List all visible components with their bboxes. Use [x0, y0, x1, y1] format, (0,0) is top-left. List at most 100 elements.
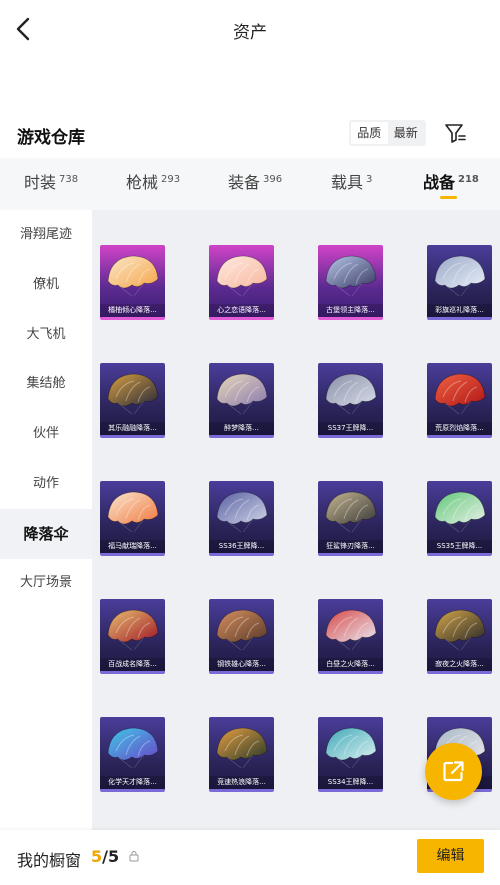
parachute-icon	[325, 491, 377, 533]
parachute-item-name: 橘柚倾心降落...	[100, 304, 165, 317]
parachute-icon	[216, 727, 268, 769]
parachute-item-name: 竞速热浪降落...	[209, 776, 274, 789]
parachute-item-card[interactable]: 狂鲨锋刃降落...	[318, 481, 383, 556]
parachute-icon	[325, 255, 377, 297]
parachute-icon	[325, 727, 377, 769]
parachute-icon	[434, 373, 486, 415]
parachute-item-card[interactable]: SS36王牌降...	[209, 481, 274, 556]
parachute-item-card[interactable]: 福马献瑞降落...	[100, 481, 165, 556]
sidebar: 滑翔尾迹 僚机 大飞机 集结舱 伙伴 动作 降落伞 大厅场景	[0, 210, 92, 830]
parachute-item-name: SS35王牌降...	[427, 540, 492, 553]
tab-count: 293	[161, 174, 181, 185]
tab-count: 738	[59, 174, 79, 185]
warehouse-title: 游戏仓库	[17, 128, 85, 148]
sort-latest-option[interactable]: 最新	[388, 122, 425, 144]
parachute-icon	[107, 609, 159, 651]
parachute-item-name: 荒原烈焰降落...	[427, 422, 492, 435]
parachute-icon	[434, 255, 486, 297]
tab-weapons[interactable]: 枪械 293	[126, 158, 180, 210]
active-tab-indicator	[440, 196, 457, 199]
parachute-item-name: 醉梦降落...	[209, 422, 274, 435]
sidebar-item-emote[interactable]: 动作	[0, 459, 92, 509]
parachute-icon	[107, 491, 159, 533]
parachute-item-name: 其乐融融降落...	[100, 422, 165, 435]
parachute-item-name: 白昼之火降落...	[318, 658, 383, 671]
sidebar-item-wingman[interactable]: 僚机	[0, 260, 92, 310]
lock-icon[interactable]	[128, 850, 140, 862]
parachute-item-name: SS37王牌降...	[318, 422, 383, 435]
category-tabs: 时装 738 枪械 293 装备 396 载具 3 战备 218	[0, 158, 500, 210]
parachute-item-name: 狂鲨锋刃降落...	[318, 540, 383, 553]
tab-label: 载具	[331, 173, 364, 192]
edit-button[interactable]: 编辑	[417, 839, 484, 873]
tab-count: 3	[366, 174, 373, 185]
parachute-item-name: 寂夜之火降落...	[427, 658, 492, 671]
filter-button[interactable]	[443, 121, 467, 145]
parachute-item-card[interactable]: 心之恋语降落...	[209, 245, 274, 320]
tab-combat-gear[interactable]: 战备 218	[423, 158, 479, 210]
parachute-item-card[interactable]: SS37王牌降...	[318, 363, 383, 438]
sidebar-item-big-plane[interactable]: 大飞机	[0, 310, 92, 360]
parachute-item-card[interactable]: 化学天才降落...	[100, 717, 165, 792]
parachute-icon	[216, 255, 268, 297]
parachute-item-name: 百战成名降落...	[100, 658, 165, 671]
parachute-icon	[216, 491, 268, 533]
filter-icon	[445, 124, 466, 143]
parachute-icon	[107, 255, 159, 297]
page-title: 资产	[233, 23, 267, 43]
parachute-icon	[325, 373, 377, 415]
parachute-icon	[216, 373, 268, 415]
parachute-item-name: 心之恋语降落...	[209, 304, 274, 317]
parachute-item-card[interactable]: 古堡领主降落...	[318, 245, 383, 320]
parachute-item-card[interactable]: 彩旗巡礼降落...	[427, 245, 492, 320]
showcase-label: 我的橱窗	[17, 851, 82, 870]
top-bar: 资产	[0, 0, 500, 60]
parachute-item-card[interactable]: 竞速热浪降落...	[209, 717, 274, 792]
parachute-item-name: 钢铁雄心降落...	[209, 658, 274, 671]
tab-count: 218	[458, 174, 479, 185]
tab-fashion[interactable]: 时装 738	[24, 158, 78, 210]
parachute-item-name: 彩旗巡礼降落...	[427, 304, 492, 317]
parachute-item-name: 古堡领主降落...	[318, 304, 383, 317]
item-grid: 橘柚倾心降落... 心之恋语降落... 古堡领主降落... 彩旗巡礼降落... 其乐融融…	[92, 210, 500, 830]
share-external-icon	[443, 761, 464, 782]
tab-label: 战备	[423, 173, 456, 192]
showcase-current: 5	[91, 847, 103, 866]
parachute-item-card[interactable]: 醉梦降落...	[209, 363, 274, 438]
parachute-icon	[216, 609, 268, 651]
sidebar-item-glide-trail[interactable]: 滑翔尾迹	[0, 210, 92, 260]
showcase-total: 5	[107, 847, 120, 866]
tab-equipment[interactable]: 装备 396	[228, 158, 282, 210]
parachute-item-card[interactable]: 荒原烈焰降落...	[427, 363, 492, 438]
parachute-item-card[interactable]: 百战成名降落...	[100, 599, 165, 674]
parachute-item-name: SS34王牌降...	[318, 776, 383, 789]
parachute-item-card[interactable]: SS35王牌降...	[427, 481, 492, 556]
assets-page: 资产 游戏仓库 品质 最新 时装 738 枪械 293 装备 396 载具 3 战备 21…	[0, 0, 500, 885]
parachute-item-card[interactable]: 寂夜之火降落...	[427, 599, 492, 674]
tab-label: 装备	[228, 173, 261, 192]
sidebar-item-gather-pod[interactable]: 集结舱	[0, 359, 92, 409]
sort-quality-option[interactable]: 品质	[351, 122, 388, 144]
parachute-icon	[434, 491, 486, 533]
share-button[interactable]	[425, 743, 482, 800]
parachute-item-card[interactable]: 白昼之火降落...	[318, 599, 383, 674]
sort-toggle: 品质 最新	[349, 120, 426, 146]
parachute-item-card[interactable]: 钢铁雄心降落...	[209, 599, 274, 674]
parachute-item-card[interactable]: SS34王牌降...	[318, 717, 383, 792]
parachute-icon	[434, 609, 486, 651]
tab-vehicles[interactable]: 载具 3	[331, 158, 372, 210]
sidebar-item-companion[interactable]: 伙伴	[0, 409, 92, 459]
parachute-item-card[interactable]: 其乐融融降落...	[100, 363, 165, 438]
sidebar-item-lobby-scene[interactable]: 大厅场景	[0, 558, 92, 608]
tab-count: 396	[263, 174, 283, 185]
tab-label: 时装	[24, 173, 57, 192]
parachute-icon	[325, 609, 377, 651]
showcase-count: 5/5	[91, 847, 119, 866]
parachute-icon	[107, 373, 159, 415]
tab-label: 枪械	[126, 173, 159, 192]
parachute-item-name: 化学天才降落...	[100, 776, 165, 789]
parachute-item-name: SS36王牌降...	[209, 540, 274, 553]
parachute-icon	[107, 727, 159, 769]
parachute-item-card[interactable]: 橘柚倾心降落...	[100, 245, 165, 320]
sidebar-item-parachute[interactable]: 降落伞	[0, 509, 92, 559]
